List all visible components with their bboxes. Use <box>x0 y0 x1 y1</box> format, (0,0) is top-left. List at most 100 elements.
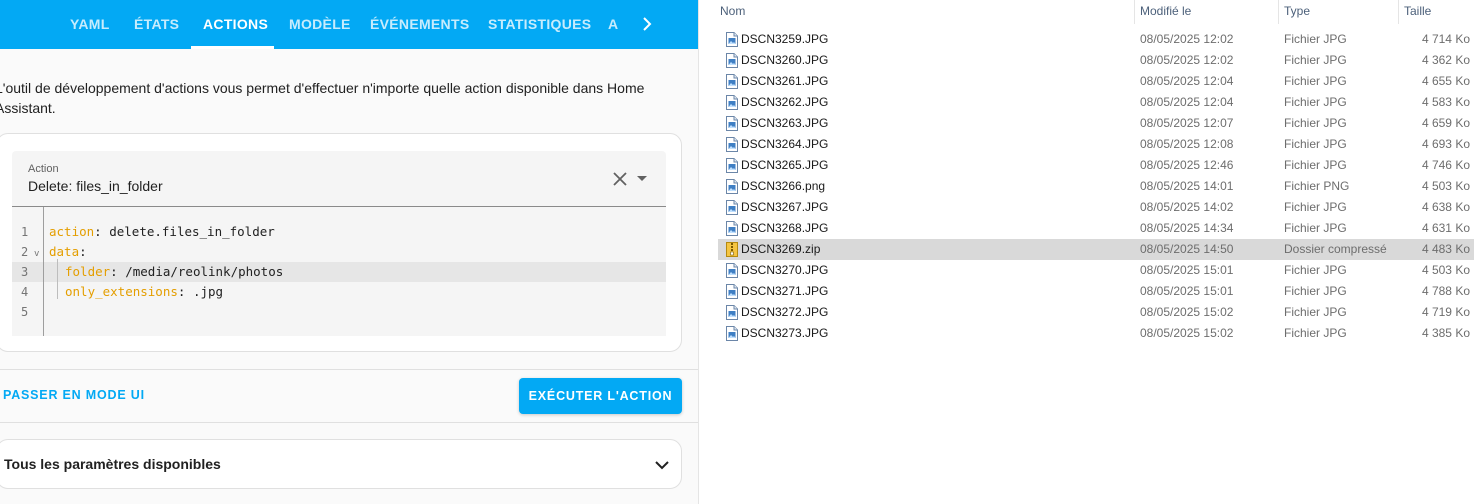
file-type: Fichier JPG <box>1284 32 1347 46</box>
column-header-modified[interactable]: Modifié le <box>1140 0 1191 24</box>
image-file-icon <box>726 263 738 278</box>
image-file-icon <box>726 326 738 341</box>
file-size: 4 788 Ko <box>1421 284 1470 298</box>
image-file-icon <box>726 179 738 194</box>
file-row[interactable]: DSCN3259.JPG 08/05/2025 12:02 Fichier JPG 4… <box>718 29 1474 50</box>
switch-to-ui-mode-button[interactable]: PASSER EN MODE UI <box>3 388 145 402</box>
file-size: 4 583 Ko <box>1421 95 1470 109</box>
image-file-icon <box>726 158 738 173</box>
file-row[interactable]: DSCN3260.JPG 08/05/2025 12:02 Fichier JPG 4… <box>718 50 1474 71</box>
file-size: 4 655 Ko <box>1421 74 1470 88</box>
file-modified: 08/05/2025 15:02 <box>1140 305 1234 319</box>
file-modified: 08/05/2025 14:01 <box>1140 179 1234 193</box>
tab-bar: YAML ÉTATS ACTIONS MODÈLE ÉVÉNEMENTS STA… <box>0 0 698 49</box>
file-name: DSCN3268.JPG <box>741 221 829 235</box>
file-type: Fichier JPG <box>1284 137 1347 151</box>
file-row[interactable]: DSCN3270.JPG 08/05/2025 15:01 Fichier JPG 4… <box>718 260 1474 281</box>
code-line: 1 action: delete.files_in_folder <box>12 222 666 242</box>
file-row[interactable]: DSCN3266.png 08/05/2025 14:01 Fichier PNG 4… <box>718 176 1474 197</box>
file-type: Fichier PNG <box>1284 179 1350 193</box>
tab-states[interactable]: ÉTATS <box>134 0 179 49</box>
chevron-down-icon <box>655 461 669 470</box>
yaml-value: /media/reolink/photos <box>117 264 284 279</box>
file-row[interactable]: DSCN3272.JPG 08/05/2025 15:02 Fichier JPG 4… <box>718 302 1474 323</box>
column-header-size[interactable]: Taille <box>1404 0 1431 24</box>
yaml-key: action <box>49 224 95 239</box>
file-row[interactable]: DSCN3273.JPG 08/05/2025 15:02 Fichier JPG 4… <box>718 323 1474 344</box>
file-type: Fichier JPG <box>1284 284 1347 298</box>
file-row[interactable]: DSCN3261.JPG 08/05/2025 12:04 Fichier JPG 4… <box>718 71 1474 92</box>
file-row[interactable]: DSCN3271.JPG 08/05/2025 15:01 Fichier JPG 4… <box>718 281 1474 302</box>
yaml-key: only_extensions <box>65 284 178 299</box>
image-file-icon <box>726 32 738 47</box>
image-file-icon <box>726 200 738 215</box>
file-size: 4 714 Ko <box>1421 32 1470 46</box>
file-row[interactable]: DSCN3262.JPG 08/05/2025 12:04 Fichier JPG 4… <box>718 92 1474 113</box>
file-modified: 08/05/2025 12:04 <box>1140 95 1234 109</box>
line-number: 5 <box>21 305 29 319</box>
file-modified: 08/05/2025 15:02 <box>1140 326 1234 340</box>
file-size: 4 503 Ko <box>1421 179 1470 193</box>
file-row[interactable]: DSCN3263.JPG 08/05/2025 12:07 Fichier JPG 4… <box>718 113 1474 134</box>
column-header-name[interactable]: Nom <box>720 0 745 24</box>
file-type: Fichier JPG <box>1284 95 1347 109</box>
file-type: Fichier JPG <box>1284 326 1347 340</box>
clear-icon[interactable] <box>612 171 628 187</box>
yaml-key: folder <box>65 264 111 279</box>
image-file-icon <box>726 305 738 320</box>
file-modified: 08/05/2025 14:34 <box>1140 221 1234 235</box>
file-size: 4 631 Ko <box>1421 221 1470 235</box>
file-name: DSCN3269.zip <box>741 242 821 256</box>
file-name: DSCN3270.JPG <box>741 263 829 277</box>
file-modified: 08/05/2025 14:02 <box>1140 200 1234 214</box>
fold-chevron-icon[interactable]: v <box>34 244 39 264</box>
file-type: Fichier JPG <box>1284 200 1347 214</box>
action-select-label: Action <box>28 163 59 175</box>
file-size: 4 362 Ko <box>1421 53 1470 67</box>
file-row[interactable]: DSCN3269.zip 08/05/2025 14:50 Dossier comp… <box>718 239 1474 260</box>
tab-events[interactable]: ÉVÉNEMENTS <box>370 0 469 49</box>
caret-down-icon[interactable] <box>636 175 648 183</box>
tab-template[interactable]: MODÈLE <box>289 0 351 49</box>
yaml-key: data <box>49 244 80 259</box>
column-separator[interactable] <box>1398 0 1399 24</box>
image-file-icon <box>726 284 738 299</box>
tabs-scroll-right-button[interactable] <box>632 0 662 49</box>
file-size: 4 659 Ko <box>1421 116 1470 130</box>
file-row[interactable]: DSCN3268.JPG 08/05/2025 14:34 Fichier JPG 4… <box>718 218 1474 239</box>
file-size: 4 503 Ko <box>1421 263 1470 277</box>
file-type: Fichier JPG <box>1284 263 1347 277</box>
file-row[interactable]: DSCN3265.JPG 08/05/2025 12:46 Fichier JPG 4… <box>718 155 1474 176</box>
file-modified: 08/05/2025 12:02 <box>1140 53 1234 67</box>
action-select[interactable]: Action Delete: files_in_folder <box>12 151 666 207</box>
zip-folder-icon <box>726 242 738 257</box>
file-row[interactable]: DSCN3264.JPG 08/05/2025 12:08 Fichier JPG 4… <box>718 134 1474 155</box>
line-number: 2 <box>21 245 29 259</box>
yaml-value: delete.files_in_folder <box>101 224 275 239</box>
column-separator[interactable] <box>1134 0 1135 24</box>
all-parameters-expander[interactable]: Tous les paramètres disponibles <box>0 439 682 489</box>
file-modified: 08/05/2025 15:01 <box>1140 284 1234 298</box>
file-modified: 08/05/2025 12:02 <box>1140 32 1234 46</box>
file-modified: 08/05/2025 15:01 <box>1140 263 1234 277</box>
action-select-value: Delete: files_in_folder <box>28 178 163 194</box>
file-name: DSCN3261.JPG <box>741 74 829 88</box>
column-header-type[interactable]: Type <box>1284 0 1310 24</box>
image-file-icon <box>726 53 738 68</box>
file-name: DSCN3266.png <box>741 179 826 193</box>
file-name: DSCN3265.JPG <box>741 158 829 172</box>
file-row[interactable]: DSCN3267.JPG 08/05/2025 14:02 Fichier JPG 4… <box>718 197 1474 218</box>
file-name: DSCN3264.JPG <box>741 137 829 151</box>
tab-yaml[interactable]: YAML <box>70 0 110 49</box>
file-size: 4 638 Ko <box>1421 200 1470 214</box>
file-modified: 08/05/2025 12:07 <box>1140 116 1234 130</box>
tab-assist[interactable]: A <box>608 0 618 49</box>
code-line: 5 <box>12 302 666 322</box>
tab-actions[interactable]: ACTIONS <box>203 0 268 49</box>
column-separator[interactable] <box>1278 0 1279 24</box>
indent-guide <box>57 259 58 299</box>
yaml-code-editor[interactable]: 1 action: delete.files_in_folder 2 v dat… <box>12 207 666 336</box>
code-line-active: 3 folder: /media/reolink/photos <box>12 262 666 282</box>
run-action-button[interactable]: EXÉCUTER L'ACTION <box>519 378 682 414</box>
tab-statistics[interactable]: STATISTIQUES <box>488 0 591 49</box>
